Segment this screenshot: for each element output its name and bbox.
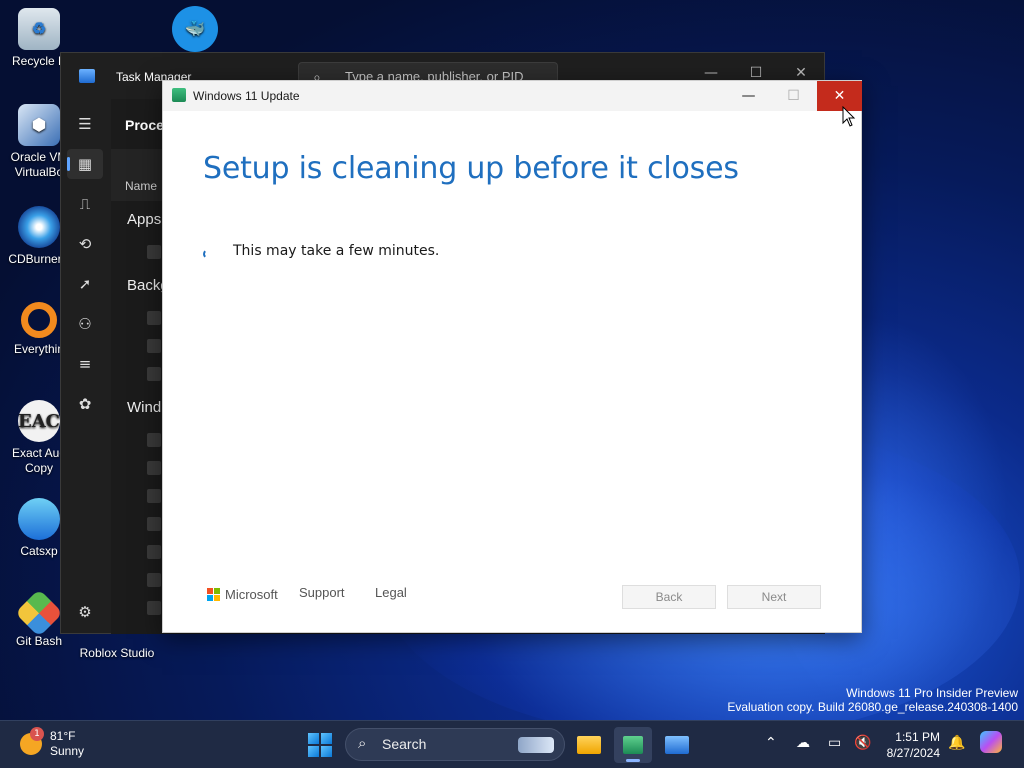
settings-gear-icon[interactable]: ⚙ bbox=[67, 597, 103, 627]
windows-logo-icon bbox=[308, 733, 319, 744]
update-setup-icon bbox=[623, 736, 643, 754]
page-heading: Setup is cleaning up before it closes bbox=[203, 151, 739, 186]
folder-icon bbox=[577, 736, 601, 754]
desktop-icon-label: Exact Aud Copy bbox=[11, 446, 67, 475]
desktop-icon-label: Everythin bbox=[13, 342, 65, 356]
app-history-icon[interactable]: ⟲ bbox=[67, 229, 103, 259]
recycle-bin-icon: ♻ bbox=[18, 8, 60, 50]
column-header-name[interactable]: Name bbox=[125, 179, 157, 193]
processes-title: Proce bbox=[125, 117, 164, 133]
network-display-icon[interactable]: ▭ bbox=[828, 735, 841, 751]
minimize-button[interactable]: — bbox=[726, 81, 771, 111]
taskbar-search-box[interactable]: ⌕ Search bbox=[345, 728, 565, 761]
group-apps[interactable]: Apps bbox=[127, 211, 161, 228]
active-indicator bbox=[626, 759, 640, 762]
support-link[interactable]: Support bbox=[299, 585, 345, 600]
search-highlight-icon bbox=[518, 737, 554, 753]
status-message: This may take a few minutes. bbox=[233, 243, 440, 259]
git-bash-icon bbox=[14, 588, 64, 638]
catsxp-icon bbox=[18, 498, 60, 540]
process-row-icon bbox=[147, 601, 161, 615]
cdburner-icon bbox=[18, 206, 60, 248]
task-manager-icon bbox=[665, 736, 689, 754]
system-clock[interactable]: 1:51 PM 8/27/2024 bbox=[868, 729, 940, 761]
microsoft-squares-icon bbox=[207, 588, 220, 601]
onedrive-cloud-icon[interactable]: ☁ bbox=[796, 735, 810, 751]
copilot-icon[interactable] bbox=[980, 731, 1002, 753]
watermark-line-2: Evaluation copy. Build 26080.ge_release.… bbox=[727, 700, 1018, 714]
services-icon[interactable]: ✿ bbox=[67, 389, 103, 419]
taskbar: 1 81°F Sunny ⌕ Search ⌃ ☁ ▭ 🔇 1:51 PM 8/… bbox=[0, 720, 1024, 768]
process-row-icon bbox=[147, 433, 161, 447]
users-icon[interactable]: ⚇ bbox=[67, 309, 103, 339]
search-icon: ⌕ bbox=[358, 735, 367, 752]
maximize-button: ☐ bbox=[787, 88, 800, 104]
weather-widget[interactable]: 1 81°F Sunny bbox=[20, 727, 85, 759]
process-row-icon bbox=[147, 311, 161, 325]
loading-spinner-icon bbox=[203, 249, 213, 259]
taskbar-windows-update[interactable] bbox=[614, 727, 652, 763]
clock-time: 1:51 PM bbox=[895, 730, 940, 744]
desktop-icon-label: Roblox Studio bbox=[79, 646, 155, 660]
process-row-icon bbox=[147, 461, 161, 475]
clock-date: 8/27/2024 bbox=[886, 746, 940, 760]
update-window-title: Windows 11 Update bbox=[193, 89, 300, 103]
update-app-icon bbox=[172, 88, 186, 102]
taskbar-file-explorer[interactable] bbox=[570, 727, 608, 763]
docker-icon: 🐳 bbox=[172, 6, 218, 52]
taskbar-search-label: Search bbox=[382, 736, 427, 752]
weather-sun-icon: 1 bbox=[20, 727, 44, 755]
process-row-icon bbox=[147, 367, 161, 381]
details-icon[interactable]: ≡ bbox=[67, 349, 103, 379]
desktop-icon-roblox-studio[interactable]: Roblox Studio bbox=[76, 646, 158, 661]
task-manager-app-icon bbox=[79, 69, 95, 83]
notification-bell-icon[interactable]: 🔔 bbox=[948, 735, 965, 751]
weather-badge: 1 bbox=[30, 727, 44, 741]
back-button[interactable]: Back bbox=[622, 585, 716, 609]
microsoft-logo: Microsoft bbox=[207, 587, 278, 602]
process-row-icon bbox=[147, 245, 161, 259]
performance-icon[interactable]: ⎍ bbox=[67, 189, 103, 219]
eac-icon: EAC bbox=[18, 400, 60, 442]
watermark-line-1: Windows 11 Pro Insider Preview bbox=[846, 686, 1018, 700]
desktop-icon-label: Git Bash bbox=[15, 634, 63, 648]
taskbar-task-manager[interactable] bbox=[658, 727, 696, 763]
virtualbox-icon: ⬢ bbox=[18, 104, 60, 146]
group-windows[interactable]: Wind bbox=[127, 399, 161, 416]
evaluation-watermark: Windows 11 Pro Insider Preview Evaluatio… bbox=[727, 686, 1018, 714]
microsoft-brand-text: Microsoft bbox=[225, 587, 278, 602]
process-row-icon bbox=[147, 573, 161, 587]
weather-temperature: 81°F bbox=[50, 729, 76, 743]
process-row-icon bbox=[147, 339, 161, 353]
task-manager-sidebar: ☰ ▦ ⎍ ⟲ ➚ ⚇ ≡ ✿ ⚙ bbox=[61, 99, 109, 634]
hamburger-menu-icon[interactable]: ☰ bbox=[67, 109, 103, 139]
desktop-icon-label: Recycle B bbox=[11, 54, 67, 68]
start-button[interactable] bbox=[308, 733, 332, 757]
desktop-icon-docker[interactable]: 🐳 bbox=[170, 6, 220, 56]
update-titlebar[interactable]: Windows 11 Update — ☐ ✕ bbox=[163, 81, 862, 111]
next-button[interactable]: Next bbox=[727, 585, 821, 609]
search-magnifier-icon bbox=[21, 302, 57, 338]
show-hidden-icons-chevron-icon[interactable]: ⌃ bbox=[765, 735, 777, 751]
process-row-icon bbox=[147, 545, 161, 559]
mouse-cursor-icon bbox=[842, 106, 856, 127]
processes-icon[interactable]: ▦ bbox=[67, 149, 103, 179]
process-row-icon bbox=[147, 489, 161, 503]
desktop-icon-label: Oracle VM VirtualBo bbox=[10, 150, 68, 179]
desktop-icon-label: Catsxp bbox=[20, 544, 58, 558]
startup-apps-icon[interactable]: ➚ bbox=[67, 269, 103, 299]
weather-condition: Sunny bbox=[50, 744, 85, 758]
process-row-icon bbox=[147, 517, 161, 531]
legal-link[interactable]: Legal bbox=[375, 585, 407, 600]
windows-update-window[interactable]: Windows 11 Update — ☐ ✕ Setup is cleanin… bbox=[162, 80, 862, 633]
